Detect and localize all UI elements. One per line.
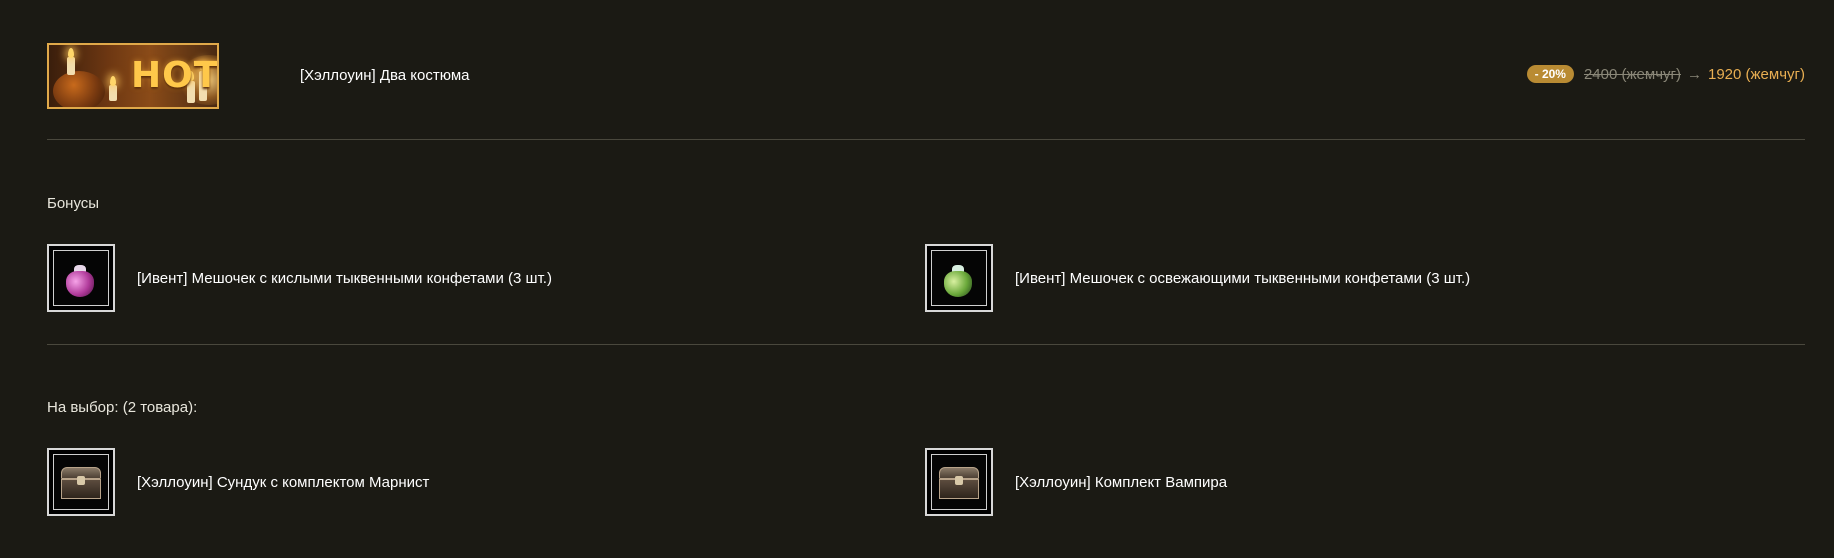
candle-icon (109, 85, 117, 101)
bonus-item[interactable]: [Ивент] Мешочек с освежающими тыквенными… (925, 244, 1470, 312)
bundle-page: HOT [Хэллоуин] Два костюма - 20% 2400 (ж… (0, 0, 1834, 558)
item-icon-frame (925, 448, 993, 516)
bonus-item[interactable]: [Ивент] Мешочек с кислыми тыквенными кон… (47, 244, 552, 312)
chest-lock (955, 476, 963, 485)
choice-title: На выбор: (2 товара): (47, 399, 198, 416)
item-icon-frame (925, 244, 993, 312)
new-price: 1920 (жемчуг) (1707, 65, 1805, 83)
choice-item[interactable]: [Хэллоуин] Сундук с комплектом Марнист (47, 448, 429, 516)
candle-icon (67, 57, 75, 75)
divider (47, 139, 1805, 140)
green-candy-pouch-icon (942, 261, 974, 297)
flame-icon (110, 76, 116, 86)
pumpkin-icon (53, 71, 105, 107)
item-icon-frame (47, 244, 115, 312)
choice-item-label[interactable]: [Хэллоуин] Комплект Вампира (1015, 474, 1227, 491)
hot-label: HOT (131, 55, 219, 96)
chest-icon (939, 467, 979, 499)
choice-item-label[interactable]: [Хэллоуин] Сундук с комплектом Марнист (137, 474, 429, 491)
choice-item[interactable]: [Хэллоуин] Комплект Вампира (925, 448, 1227, 516)
chest-icon (61, 467, 101, 499)
bonus-item-label[interactable]: [Ивент] Мешочек с кислыми тыквенными кон… (137, 270, 552, 287)
divider (47, 344, 1805, 345)
pouch-bag (66, 271, 94, 297)
price-arrow: → (1686, 65, 1702, 83)
bonuses-title: Бонусы (47, 195, 100, 212)
item-icon-inner (53, 250, 109, 306)
bonus-item-label[interactable]: [Ивент] Мешочек с освежающими тыквенными… (1015, 270, 1470, 287)
item-icon-inner (53, 454, 109, 510)
hot-banner: HOT (47, 43, 219, 109)
pouch-bag (944, 271, 972, 297)
item-icon-frame (47, 448, 115, 516)
old-price: 2400 (жемчуг) (1583, 65, 1681, 83)
item-icon-inner (931, 454, 987, 510)
flame-icon (68, 48, 74, 58)
price-block: - 20% 2400 (жемчуг) → 1920 (жемчуг) (1526, 65, 1805, 83)
discount-badge: - 20% (1526, 65, 1574, 83)
chest-lock (77, 476, 85, 485)
bundle-title: [Хэллоуин] Два костюма (300, 67, 470, 84)
item-icon-inner (931, 250, 987, 306)
bundle-header: HOT [Хэллоуин] Два костюма - 20% 2400 (ж… (47, 43, 1805, 109)
pink-candy-pouch-icon (64, 261, 96, 297)
